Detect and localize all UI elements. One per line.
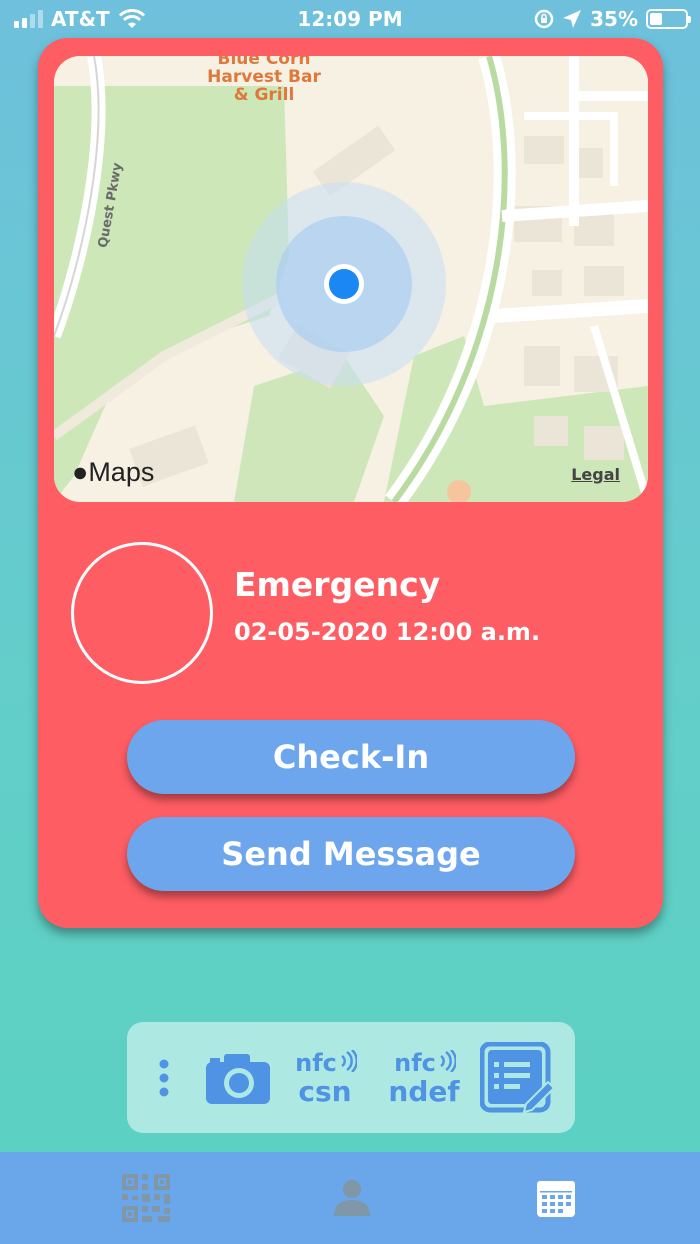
nfc-waves-icon: [440, 1050, 456, 1072]
maps-brand: ●Maps: [72, 457, 154, 488]
tools-bar: nfc csn nfc ndef: [127, 1022, 575, 1133]
nfc-waves-icon: [341, 1050, 357, 1072]
check-in-button[interactable]: Check-In: [127, 720, 575, 794]
battery-fill: [650, 13, 662, 25]
map-graphic: [54, 56, 648, 502]
camera-icon[interactable]: [203, 1022, 273, 1133]
nfc-csn-bottom-text: csn: [298, 1075, 352, 1108]
status-indicator-circle: [71, 542, 213, 684]
battery-icon: [646, 9, 691, 29]
nfc-ndef-top-text: nfc: [394, 1049, 436, 1077]
battery-percent: 35%: [590, 7, 638, 31]
nfc-ndef-bottom-text: ndef: [388, 1075, 460, 1108]
maps-legal-link[interactable]: Legal: [571, 465, 620, 484]
calendar-icon[interactable]: [510, 1152, 602, 1244]
form-edit-icon[interactable]: [477, 1022, 557, 1133]
map-poi-label: Blue Corn Harvest Bar & Grill: [207, 56, 321, 105]
more-vertical-icon[interactable]: [149, 1022, 179, 1133]
emergency-card: Blue Corn Harvest Bar & Grill Quest Pkwy…: [38, 38, 663, 928]
send-message-button[interactable]: Send Message: [127, 817, 575, 891]
location-arrow-icon: [563, 10, 582, 28]
nfc-csn-icon[interactable]: nfc csn: [290, 1022, 360, 1133]
status-datetime: 02-05-2020 12:00 a.m.: [234, 618, 541, 646]
location-map[interactable]: Blue Corn Harvest Bar & Grill Quest Pkwy…: [54, 56, 648, 502]
nfc-csn-top-text: nfc: [295, 1049, 337, 1077]
status-title: Emergency: [234, 565, 441, 604]
qr-code-icon[interactable]: [100, 1152, 192, 1244]
nfc-ndef-icon[interactable]: nfc ndef: [385, 1022, 463, 1133]
apple-logo-icon: ●: [72, 457, 89, 487]
maps-brand-text: Maps: [88, 457, 155, 487]
profile-icon[interactable]: [306, 1152, 398, 1244]
status-bar: AT&T 12:09 PM 35%: [0, 0, 700, 40]
tab-bar: [0, 1152, 700, 1244]
orientation-lock-icon: [534, 9, 554, 29]
status-right: 35%: [534, 7, 691, 31]
